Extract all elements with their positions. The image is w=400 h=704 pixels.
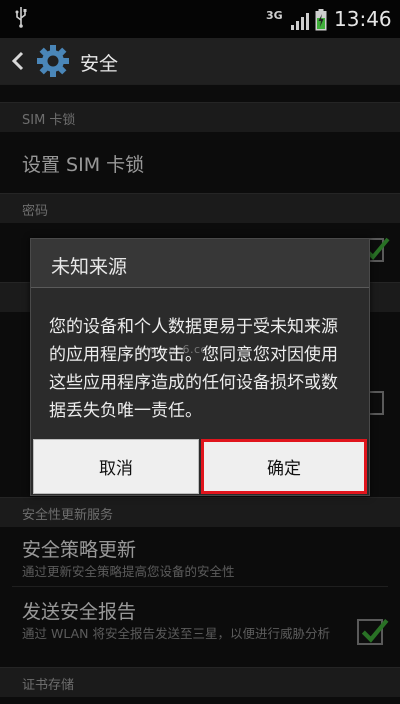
action-bar: 安全 — [0, 38, 400, 85]
network-type: 3G — [266, 9, 283, 22]
page-title: 安全 — [80, 53, 119, 75]
signal-icon — [291, 13, 309, 30]
watermark: www.pc6.com — [137, 343, 219, 356]
cancel-button[interactable]: 取消 — [33, 439, 199, 494]
ok-button[interactable]: 确定 — [201, 439, 367, 494]
status-bar: 3G 13:46 — [0, 0, 400, 38]
gear-icon — [37, 45, 69, 77]
dialog-buttons: 取消 确定 — [31, 439, 369, 495]
dialog-title-bar: 未知来源 — [31, 239, 369, 288]
dialog-title: 未知来源 — [51, 256, 128, 278]
dialog-message: 您的设备和个人数据更易于受未知来源的应用程序的攻击。您同意您对因使用这些应用程序… — [49, 317, 338, 421]
battery-charging-icon — [315, 9, 327, 31]
clock: 13:46 — [334, 7, 392, 31]
back-icon[interactable] — [10, 51, 26, 71]
usb-icon — [15, 7, 27, 28]
unknown-sources-dialog: 未知来源 您的设备和个人数据更易于受未知来源的应用程序的攻击。您同意您对因使用这… — [30, 238, 370, 496]
